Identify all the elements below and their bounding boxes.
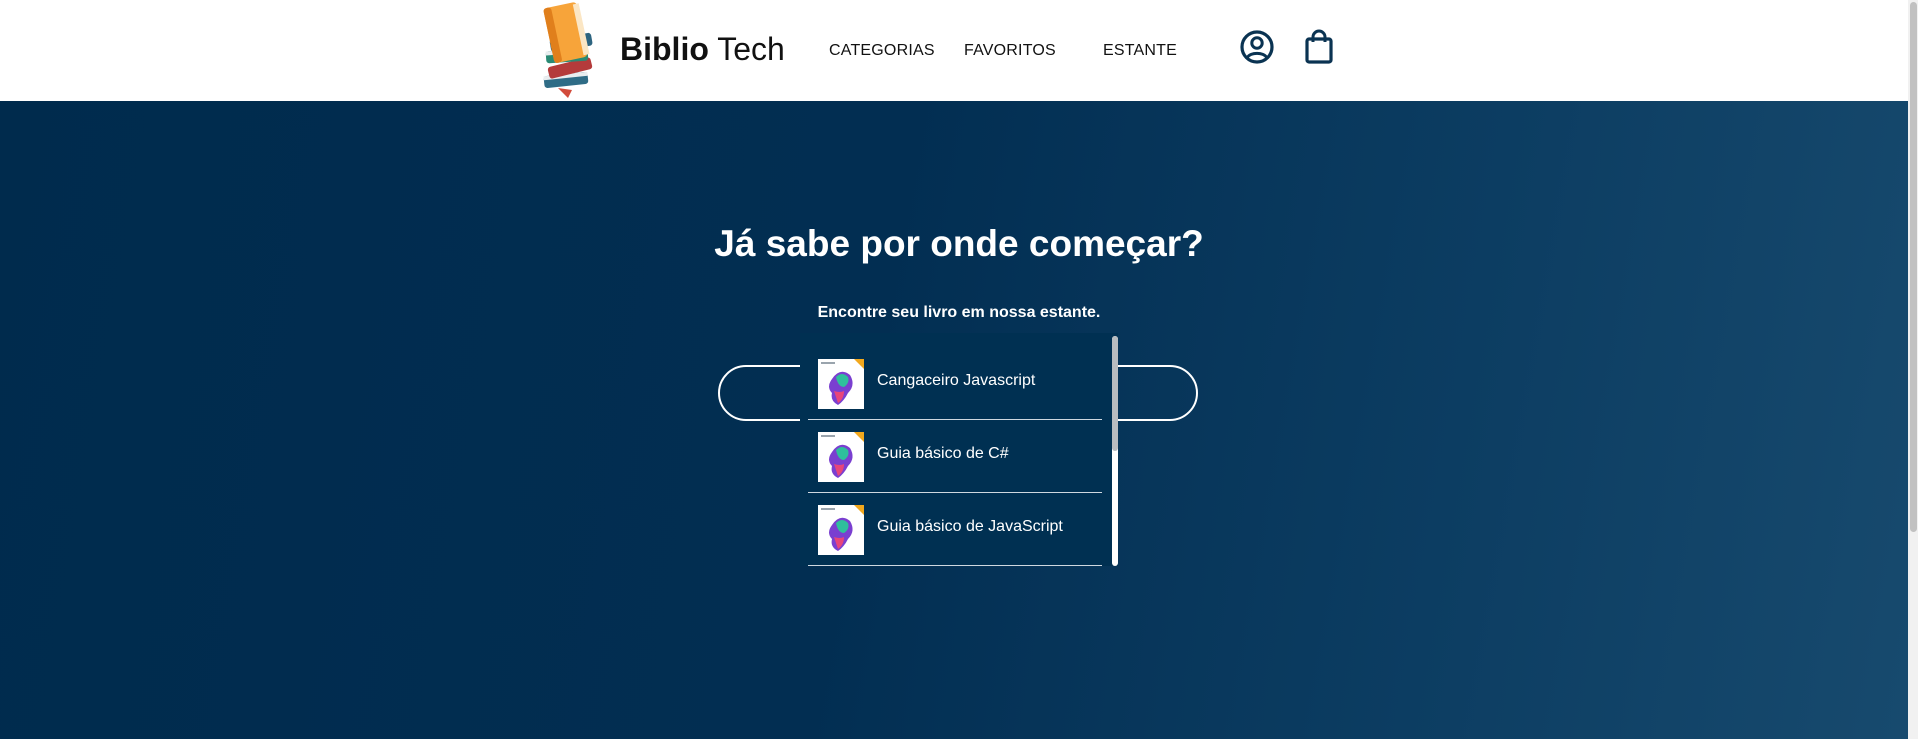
results-scrollbar-thumb[interactable] [1112,336,1118,451]
brand-name-regular: Tech [708,31,785,67]
nav-favoritos[interactable]: FAVORITOS [964,42,1056,60]
result-title: Guia básico de C# [877,445,1009,462]
book-cover-thumbnail [818,359,864,409]
shopping-bag-icon[interactable] [1300,28,1338,66]
result-title: Cangaceiro Javascript [877,372,1036,389]
nav-categorias[interactable]: CATEGORIAS [829,42,935,60]
user-circle-icon[interactable] [1238,28,1276,66]
result-item[interactable]: Guia básico de JavaScript [808,493,1102,566]
brand-name[interactable]: Biblio Tech [620,31,785,68]
site-header: Biblio Tech CATEGORIAS FAVORITOS ESTANTE [0,0,1908,102]
book-cover-thumbnail [818,432,864,482]
result-item[interactable]: Cangaceiro Javascript [808,347,1102,420]
hero-subtitle: Encontre seu livro em nossa estante. [817,304,1101,321]
result-title: Guia básico de JavaScript [877,518,1063,535]
brand-name-bold: Biblio [620,31,709,67]
search-results-list[interactable]: Cangaceiro Javascript Guia básico de C# … [800,333,1118,566]
hero-title: Já sabe por onde começar? [714,223,1204,264]
book-cover-thumbnail [818,505,864,555]
nav-estante[interactable]: ESTANTE [1103,42,1177,60]
page-scrollbar-thumb[interactable] [1910,2,1917,532]
result-item[interactable]: Guia básico de C# [808,420,1102,493]
books-logo-icon[interactable] [538,0,600,100]
